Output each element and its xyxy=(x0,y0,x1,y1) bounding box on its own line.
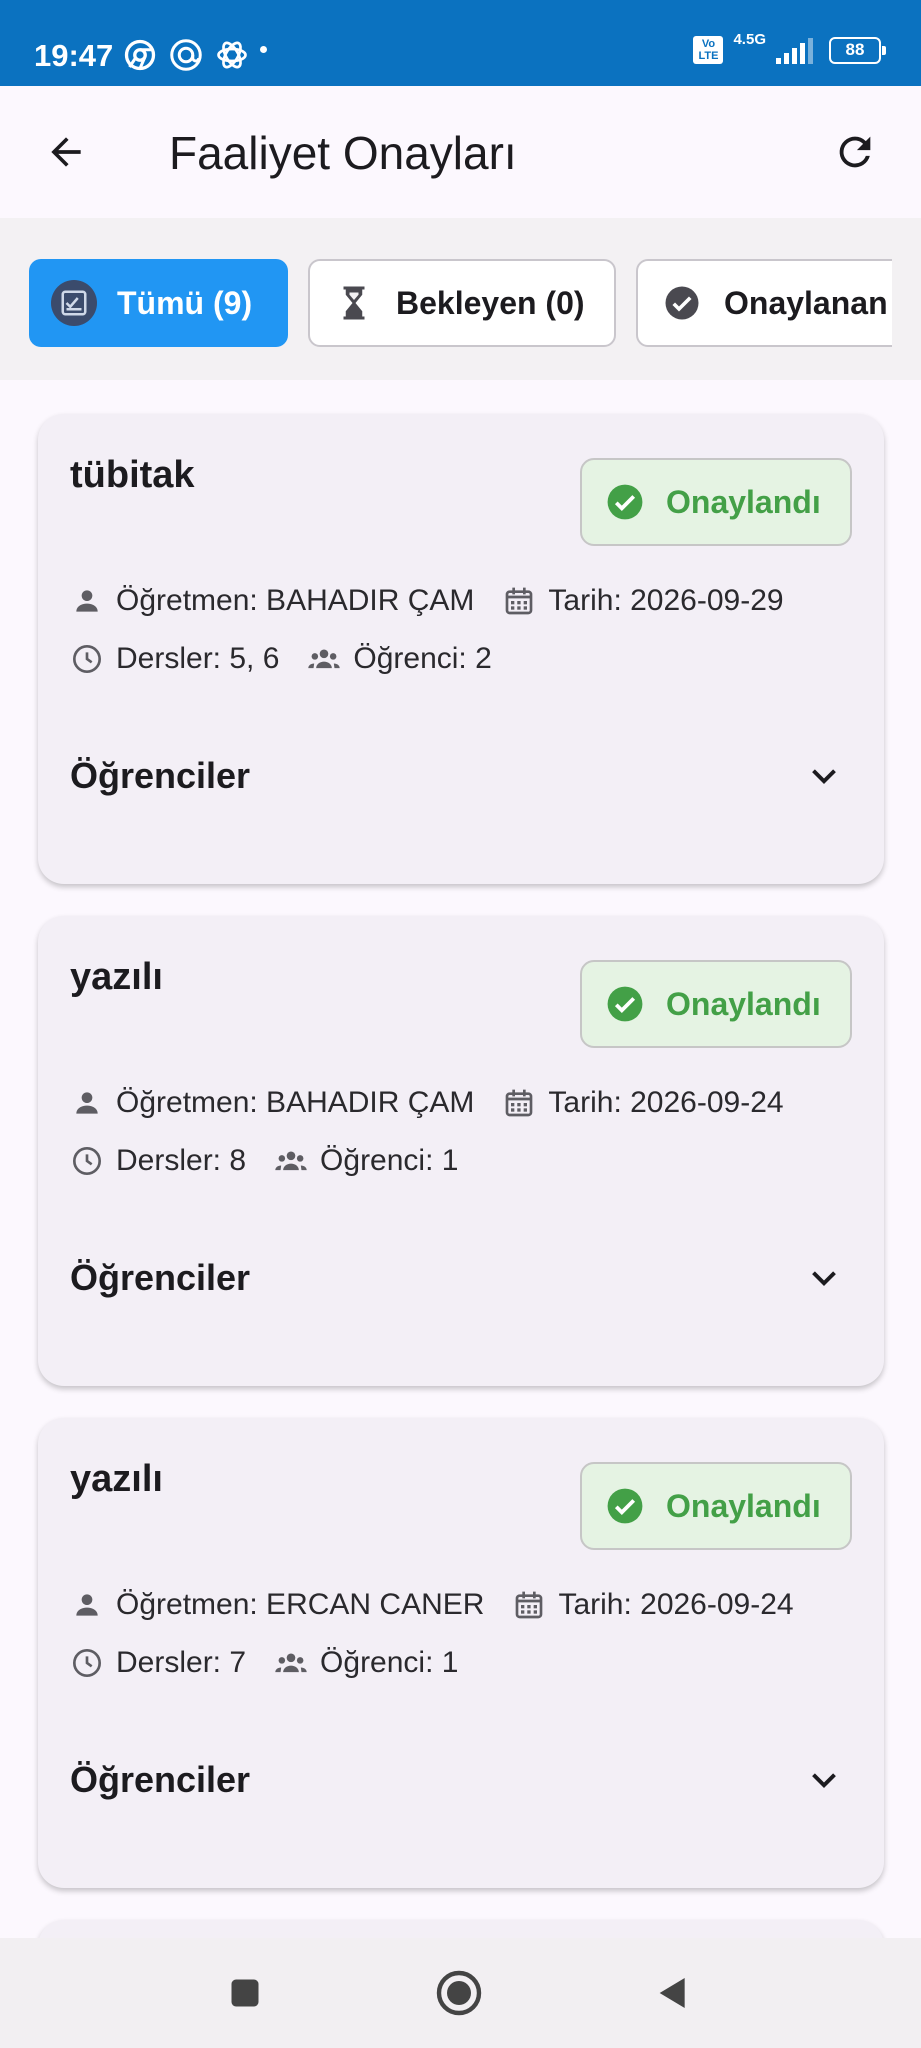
date-text: Tarih: 2026-09-24 xyxy=(558,1588,794,1621)
chrome-icon xyxy=(124,39,156,71)
check-circle-icon xyxy=(607,484,643,520)
student-count-text: Öğrenci: 1 xyxy=(320,1646,459,1679)
status-time: 19:47 xyxy=(34,38,114,73)
home-button[interactable] xyxy=(434,1968,484,2018)
activity-title: yazılı xyxy=(70,1458,163,1500)
students-label: Öğrenciler xyxy=(70,755,251,796)
clock-icon xyxy=(70,1144,104,1178)
activity-card[interactable]: yazılı Onaylandı Öğretmen: ERCAN CANER T… xyxy=(38,1418,884,1888)
chatgpt-icon xyxy=(217,41,247,69)
teacher-text: Öğretmen: BAHADIR ÇAM xyxy=(116,1086,475,1119)
filter-chip-pending[interactable]: Bekleyen (0) xyxy=(308,259,616,347)
students-label: Öğrenciler xyxy=(70,1759,251,1800)
students-expander[interactable]: Öğrenciler xyxy=(38,726,884,826)
group-icon xyxy=(274,1646,308,1680)
filter-chip-label: Tümü (9) xyxy=(117,284,253,321)
teacher-text: Öğretmen: BAHADIR ÇAM xyxy=(116,584,475,617)
recents-button[interactable] xyxy=(220,1968,270,2018)
checklist-icon xyxy=(51,280,97,326)
hourglass-icon xyxy=(332,281,376,325)
filter-chip-approved[interactable]: Onaylanan ( xyxy=(636,259,906,347)
status-bar: 19:47 Vo LTE 4.5G 88 xyxy=(0,0,921,86)
meta-row: Dersler: 7 Öğrenci: 1 xyxy=(70,1646,458,1680)
status-text: Onaylandı xyxy=(666,1487,821,1524)
back-triangle-icon xyxy=(659,1978,685,2008)
notification-icons xyxy=(122,37,250,73)
activity-title: tübitak xyxy=(70,454,195,496)
students-expander[interactable]: Öğrenciler xyxy=(38,1730,884,1830)
students-expander[interactable]: Öğrenciler xyxy=(38,1228,884,1328)
status-text: Onaylandı xyxy=(666,985,821,1022)
volte-icon: Vo LTE xyxy=(693,36,724,64)
lessons-text: Dersler: 8 xyxy=(116,1144,247,1177)
status-text: Onaylandı xyxy=(666,483,821,520)
check-circle-icon xyxy=(607,986,643,1022)
network-type: 4.5G xyxy=(733,31,766,48)
group-icon xyxy=(274,1144,308,1178)
page-title: Faaliyet Onayları xyxy=(169,127,517,179)
arrow-left-icon xyxy=(51,137,81,167)
refresh-button[interactable] xyxy=(825,122,885,182)
system-indicators: Vo LTE 4.5G 88 xyxy=(693,32,886,64)
battery-icon: 88 xyxy=(829,36,886,64)
back-button[interactable] xyxy=(36,122,96,182)
signal-icon xyxy=(776,36,813,64)
chevron-down-icon xyxy=(812,1271,836,1287)
check-circle-icon xyxy=(607,1488,643,1524)
app-bar: Faaliyet Onayları xyxy=(0,86,921,218)
chevron-down-icon xyxy=(812,1773,836,1789)
refresh-icon xyxy=(839,136,871,168)
person-icon xyxy=(70,584,104,618)
lessons-text: Dersler: 5, 6 xyxy=(116,642,280,675)
calendar-icon xyxy=(502,1086,536,1120)
status-badge: Onaylandı xyxy=(580,960,852,1048)
nav-back-button[interactable] xyxy=(648,1968,698,2018)
notification-dot xyxy=(260,46,267,53)
person-icon xyxy=(70,1588,104,1622)
battery-level: 88 xyxy=(845,40,865,59)
filter-chip-label: Bekleyen (0) xyxy=(396,284,585,321)
lessons-text: Dersler: 7 xyxy=(116,1646,247,1679)
student-count-text: Öğrenci: 1 xyxy=(320,1144,459,1177)
status-badge: Onaylandı xyxy=(580,458,852,546)
home-circle-icon xyxy=(436,1970,482,2016)
chevron-down-icon xyxy=(812,769,836,785)
student-count-text: Öğrenci: 2 xyxy=(353,642,492,675)
person-icon xyxy=(70,1086,104,1120)
clock-icon xyxy=(70,1646,104,1680)
activity-card-partial[interactable] xyxy=(38,1920,884,1938)
system-nav-bar xyxy=(0,1938,921,2048)
meta-row: Öğretmen: ERCAN CANER Tarih: 2026-09-24 xyxy=(70,1588,794,1622)
calendar-icon xyxy=(512,1588,546,1622)
meta-row: Öğretmen: BAHADIR ÇAM Tarih: 2026-09-29 xyxy=(70,584,784,618)
date-text: Tarih: 2026-09-24 xyxy=(548,1086,784,1119)
meta-row: Dersler: 5, 6 Öğrenci: 2 xyxy=(70,642,492,676)
chip-scroll-edge xyxy=(892,218,921,380)
date-text: Tarih: 2026-09-29 xyxy=(548,584,784,617)
filter-chip-label: Onaylanan ( xyxy=(724,284,906,321)
activity-card[interactable]: tübitak Onaylandı Öğretmen: BAHADIR ÇAM … xyxy=(38,414,884,884)
threads-icon xyxy=(170,39,202,71)
calendar-icon xyxy=(502,584,536,618)
teacher-text: Öğretmen: ERCAN CANER xyxy=(116,1588,485,1621)
group-icon xyxy=(307,642,341,676)
meta-row: Dersler: 8 Öğrenci: 1 xyxy=(70,1144,458,1178)
filter-bar: Tümü (9) Bekleyen (0) Onaylanan ( xyxy=(0,218,921,380)
check-circle-icon xyxy=(660,281,704,325)
students-label: Öğrenciler xyxy=(70,1257,251,1298)
activity-title: yazılı xyxy=(70,956,163,998)
status-badge: Onaylandı xyxy=(580,1462,852,1550)
activity-card[interactable]: yazılı Onaylandı Öğretmen: BAHADIR ÇAM T… xyxy=(38,916,884,1386)
clock-icon xyxy=(70,642,104,676)
meta-row: Öğretmen: BAHADIR ÇAM Tarih: 2026-09-24 xyxy=(70,1086,784,1120)
recents-square-icon xyxy=(231,1979,259,2007)
filter-chip-all[interactable]: Tümü (9) xyxy=(29,259,288,347)
activity-list[interactable]: tübitak Onaylandı Öğretmen: BAHADIR ÇAM … xyxy=(0,380,921,1938)
